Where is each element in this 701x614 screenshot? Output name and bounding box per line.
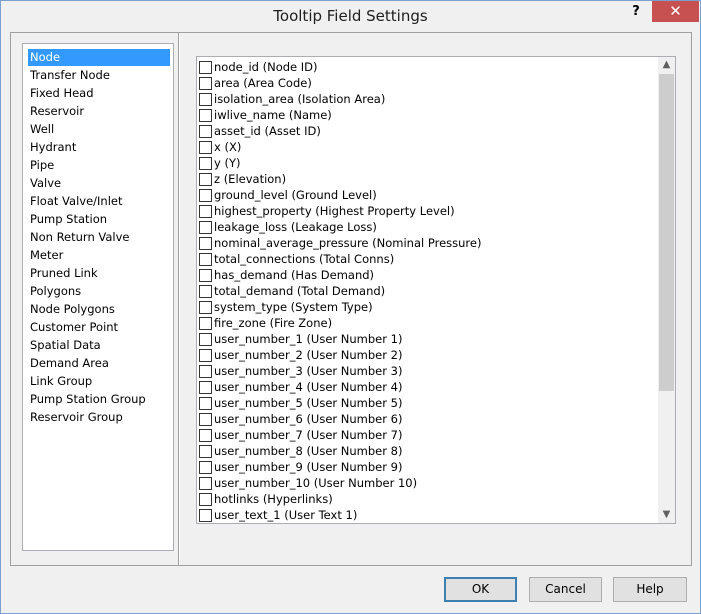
field-label: user_number_7 (User Number 7) — [214, 428, 403, 442]
field-checkbox[interactable] — [199, 333, 212, 346]
category-item[interactable]: Pump Station Group — [28, 391, 170, 408]
scroll-thumb[interactable] — [659, 74, 674, 391]
category-item[interactable]: Float Valve/Inlet — [28, 193, 170, 210]
category-item[interactable]: Node Polygons — [28, 301, 170, 318]
cancel-button[interactable]: Cancel — [529, 577, 602, 602]
field-checkbox[interactable] — [199, 413, 212, 426]
field-label: user_number_1 (User Number 1) — [214, 332, 403, 346]
field-list[interactable]: node_id (Node ID) area (Area Code) isolati… — [196, 56, 676, 524]
field-checkbox[interactable] — [199, 173, 212, 186]
field-label: leakage_loss (Leakage Loss) — [214, 220, 377, 234]
category-item[interactable]: Well — [28, 121, 170, 138]
field-list-scrollbar[interactable]: ▲ ▼ — [658, 57, 675, 523]
category-item[interactable]: Demand Area — [28, 355, 170, 372]
field-checkbox[interactable] — [199, 77, 212, 90]
scroll-up-icon[interactable]: ▲ — [658, 57, 675, 73]
field-label: hotlinks (Hyperlinks) — [214, 492, 333, 506]
field-checkbox[interactable] — [199, 477, 212, 490]
field-label: user_number_5 (User Number 5) — [214, 396, 403, 410]
field-checkbox[interactable] — [199, 93, 212, 106]
field-checkbox[interactable] — [199, 157, 212, 170]
field-label: user_number_9 (User Number 9) — [214, 460, 403, 474]
field-checkbox[interactable] — [199, 253, 212, 266]
field-label: user_number_6 (User Number 6) — [214, 412, 403, 426]
field-label: z (Elevation) — [214, 172, 287, 186]
field-label: isolation_area (Isolation Area) — [214, 92, 386, 106]
category-item[interactable]: Reservoir Group — [28, 409, 170, 426]
settings-panel: Node Transfer Node Fixed Head Reservoir Well… — [10, 32, 692, 566]
help-button[interactable]: Help — [613, 577, 687, 602]
close-icon[interactable]: ✕ — [652, 1, 699, 22]
field-checkbox[interactable] — [199, 269, 212, 282]
field-label: user_number_10 (User Number 10) — [214, 476, 418, 490]
title-bar: Tooltip Field Settings ? ✕ — [1, 1, 700, 32]
field-label: fire_zone (Fire Zone) — [214, 316, 333, 330]
category-item[interactable]: Customer Point — [28, 319, 170, 336]
category-item[interactable]: Pump Station — [28, 211, 170, 228]
category-item[interactable]: Meter — [28, 247, 170, 264]
field-label: total_demand (Total Demand) — [214, 284, 386, 298]
field-label: node_id (Node ID) — [214, 60, 318, 74]
field-label: user_number_4 (User Number 4) — [214, 380, 403, 394]
field-checkbox[interactable] — [199, 285, 212, 298]
category-item[interactable]: Non Return Valve — [28, 229, 170, 246]
category-item[interactable]: Valve — [28, 175, 170, 192]
category-item[interactable]: Fixed Head — [28, 85, 170, 102]
field-checkbox[interactable] — [199, 493, 212, 506]
field-checkbox[interactable] — [199, 237, 212, 250]
category-item[interactable]: Polygons — [28, 283, 170, 300]
field-label: system_type (System Type) — [214, 300, 373, 314]
category-item[interactable]: Link Group — [28, 373, 170, 390]
window-title: Tooltip Field Settings — [273, 7, 428, 25]
dialog-window: Tooltip Field Settings ? ✕ Node Transfer … — [0, 0, 701, 614]
field-checkbox[interactable] — [199, 301, 212, 314]
field-checkbox[interactable] — [199, 61, 212, 74]
category-item[interactable]: Spatial Data — [28, 337, 170, 354]
field-checkbox[interactable] — [199, 509, 212, 522]
field-label: y (Y) — [214, 156, 241, 170]
panel-divider-highlight — [179, 33, 180, 565]
field-checkbox[interactable] — [199, 125, 212, 138]
field-label: highest_property (Highest Property Level… — [214, 204, 455, 218]
field-label: area (Area Code) — [214, 76, 312, 90]
field-checkbox[interactable] — [199, 381, 212, 394]
category-item[interactable]: Reservoir — [28, 103, 170, 120]
field-checkbox[interactable] — [199, 445, 212, 458]
field-label: user_number_3 (User Number 3) — [214, 364, 403, 378]
field-checkbox[interactable] — [199, 141, 212, 154]
scroll-down-icon[interactable]: ▼ — [658, 507, 675, 523]
field-label: x (X) — [214, 140, 242, 154]
field-label: ground_level (Ground Level) — [214, 188, 377, 202]
category-item[interactable]: Pruned Link — [28, 265, 170, 282]
field-checkbox[interactable] — [199, 397, 212, 410]
category-item[interactable]: Hydrant — [28, 139, 170, 156]
field-label: asset_id (Asset ID) — [214, 124, 321, 138]
category-item[interactable]: Pipe — [28, 157, 170, 174]
field-checkbox[interactable] — [199, 189, 212, 202]
field-label: user_number_8 (User Number 8) — [214, 444, 403, 458]
field-checkbox[interactable] — [199, 349, 212, 362]
field-label: has_demand (Has Demand) — [214, 268, 375, 282]
category-item[interactable]: Node — [28, 49, 170, 66]
field-checkbox[interactable] — [199, 205, 212, 218]
field-label: iwlive_name (Name) — [214, 108, 332, 122]
category-list[interactable]: Node Transfer Node Fixed Head Reservoir Well… — [22, 43, 174, 551]
field-label: nominal_average_pressure (Nominal Pressu… — [214, 236, 482, 250]
field-checkbox[interactable] — [199, 365, 212, 378]
field-checkbox[interactable] — [199, 109, 212, 122]
field-label: user_number_2 (User Number 2) — [214, 348, 403, 362]
ok-button[interactable]: OK — [444, 577, 517, 602]
field-checkbox[interactable] — [199, 317, 212, 330]
field-label: user_text_1 (User Text 1) — [214, 508, 358, 522]
field-checkbox[interactable] — [199, 429, 212, 442]
help-icon[interactable]: ? — [629, 4, 643, 22]
field-checkbox[interactable] — [199, 221, 212, 234]
field-label: total_connections (Total Conns) — [214, 252, 395, 266]
field-checkbox[interactable] — [199, 461, 212, 474]
category-item[interactable]: Transfer Node — [28, 67, 170, 84]
